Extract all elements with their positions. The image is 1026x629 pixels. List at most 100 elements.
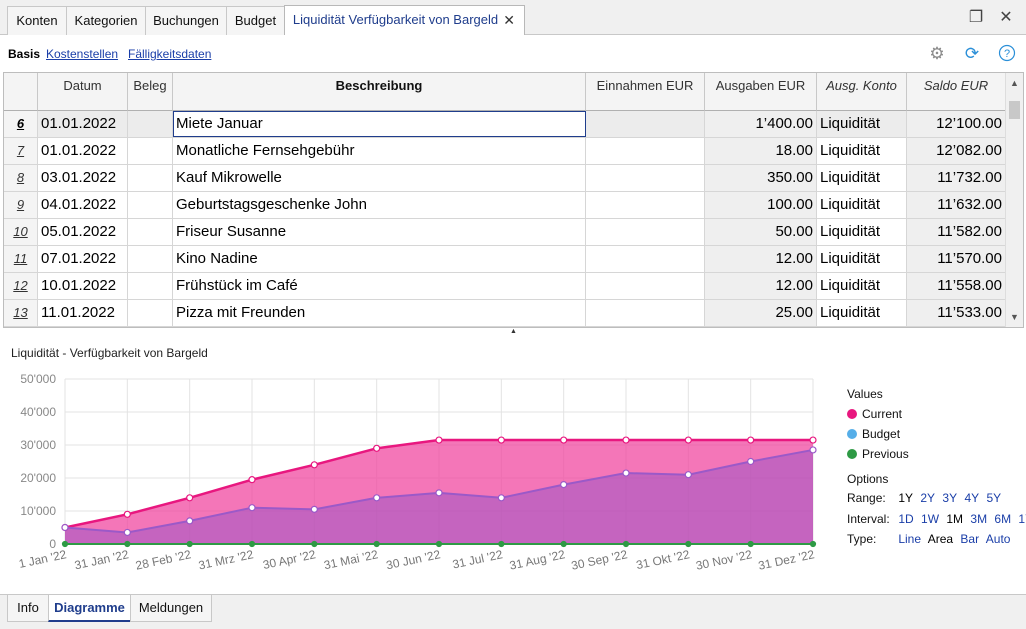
cell-einnahmen[interactable] [586,246,705,272]
cell-datum[interactable]: 04.01.2022 [38,192,128,218]
cell-ausg-konto[interactable]: Liquidität [817,111,907,137]
cell-einnahmen[interactable] [586,273,705,299]
cell-beschreibung[interactable]: Pizza mit Freunden [173,300,586,326]
cell-saldo[interactable]: 11’632.00 [907,192,1006,218]
tab-diagramme[interactable]: Diagramme [48,595,131,622]
gear-icon[interactable]: ⚙ [927,44,947,64]
type-auto[interactable]: Auto [986,532,1011,546]
interval-1m[interactable]: 1M [946,512,963,526]
cell-ausgaben[interactable]: 18.00 [705,138,817,164]
cell-beschreibung[interactable]: Kauf Mikrowelle [173,165,586,191]
cell-einnahmen[interactable] [586,165,705,191]
table-row[interactable]: 7 01.01.2022 Monatliche Fernsehgebühr 18.00… [4,138,1006,165]
type-area[interactable]: Area [928,532,953,546]
tab-budget[interactable]: Budget [226,6,285,35]
tab-meldungen[interactable]: Meldungen [130,595,212,622]
row-number[interactable]: 9 [4,192,38,218]
cell-datum[interactable]: 01.01.2022 [38,111,128,137]
cell-ausg-konto[interactable]: Liquidität [817,138,907,164]
cell-ausg-konto[interactable]: Liquidität [817,192,907,218]
row-number[interactable]: 12 [4,273,38,299]
scroll-up-icon[interactable]: ▲ [1006,75,1023,91]
cell-einnahmen[interactable] [586,192,705,218]
cell-saldo[interactable]: 11’582.00 [907,219,1006,245]
cell-ausg-konto[interactable]: Liquidität [817,300,907,326]
cell-beleg[interactable] [128,111,173,137]
interval-1y[interactable]: 1Y [1018,512,1026,526]
table-row[interactable]: 12 10.01.2022 Frühstück im Café 12.00 Liquid… [4,273,1006,300]
row-number[interactable]: 10 [4,219,38,245]
cell-ausgaben[interactable]: 50.00 [705,219,817,245]
header-ausg-konto[interactable]: Ausg. Konto [817,73,907,111]
cell-einnahmen[interactable] [586,138,705,164]
interval-1w[interactable]: 1W [921,512,939,526]
header-ausgaben[interactable]: Ausgaben EUR [705,73,817,111]
range-2y[interactable]: 2Y [920,491,935,505]
view-kostenstellen[interactable]: Kostenstellen [46,47,118,61]
cell-ausg-konto[interactable]: Liquidität [817,219,907,245]
close-window-icon[interactable]: ✕ [997,9,1015,27]
tab-buchungen[interactable]: Buchungen [145,6,227,35]
type-line[interactable]: Line [898,532,921,546]
range-5y[interactable]: 5Y [986,491,1001,505]
cell-ausgaben[interactable]: 12.00 [705,273,817,299]
cell-ausgaben[interactable]: 25.00 [705,300,817,326]
cell-ausg-konto[interactable]: Liquidität [817,246,907,272]
cell-beschreibung[interactable]: Kino Nadine [173,246,586,272]
cell-ausgaben[interactable]: 100.00 [705,192,817,218]
cell-beleg[interactable] [128,219,173,245]
interval-1d[interactable]: 1D [898,512,913,526]
cell-saldo[interactable]: 11’570.00 [907,246,1006,272]
view-basis[interactable]: Basis [8,47,40,61]
legend-item-previous[interactable]: Previous [847,447,909,461]
tab-konten[interactable]: Konten [7,6,67,35]
cell-beschreibung[interactable]: Friseur Susanne [173,219,586,245]
header-saldo[interactable]: Saldo EUR [907,73,1006,111]
cell-datum[interactable]: 11.01.2022 [38,300,128,326]
cell-saldo[interactable]: 11’558.00 [907,273,1006,299]
range-3y[interactable]: 3Y [942,491,957,505]
header-beschreibung[interactable]: Beschreibung [173,73,586,111]
tab-liquiditaet[interactable]: Liquidität Verfügbarkeit von Bargeld ✕ [284,5,525,35]
close-tab-icon[interactable]: ✕ [503,6,515,34]
interval-3m[interactable]: 3M [970,512,987,526]
table-row[interactable]: 8 03.01.2022 Kauf Mikrowelle 350.00 Liquidit… [4,165,1006,192]
header-beleg[interactable]: Beleg [128,73,173,111]
cell-beleg[interactable] [128,138,173,164]
cell-beschreibung[interactable]: Geburtstagsgeschenke John [173,192,586,218]
cell-datum[interactable]: 10.01.2022 [38,273,128,299]
cell-datum[interactable]: 01.01.2022 [38,138,128,164]
cell-einnahmen[interactable] [586,300,705,326]
table-row[interactable]: 11 07.01.2022 Kino Nadine 12.00 Liquidität 11… [4,246,1006,273]
cell-beleg[interactable] [128,273,173,299]
refresh-icon[interactable]: ⟳ [962,44,982,64]
row-number[interactable]: 7 [4,138,38,164]
cell-beleg[interactable] [128,300,173,326]
cell-ausg-konto[interactable]: Liquidität [817,273,907,299]
cell-datum[interactable]: 03.01.2022 [38,165,128,191]
cell-beleg[interactable] [128,192,173,218]
tab-info[interactable]: Info [7,595,49,622]
interval-6m[interactable]: 6M [994,512,1011,526]
tab-kategorien[interactable]: Kategorien [66,6,146,35]
cell-saldo[interactable]: 11’732.00 [907,165,1006,191]
cell-beschreibung[interactable]: Monatliche Fernsehgebühr [173,138,586,164]
cell-saldo[interactable]: 11’533.00 [907,300,1006,326]
table-row[interactable]: 10 05.01.2022 Friseur Susanne 50.00 Liquidit… [4,219,1006,246]
row-number[interactable]: 11 [4,246,38,272]
cell-beleg[interactable] [128,165,173,191]
row-number[interactable]: 13 [4,300,38,326]
table-row[interactable]: 9 04.01.2022 Geburtstagsgeschenke John 100.… [4,192,1006,219]
cell-beschreibung[interactable]: Miete Januar [173,111,586,137]
help-icon[interactable]: ? [997,44,1017,64]
cell-saldo[interactable]: 12’100.00 [907,111,1006,137]
table-row[interactable]: 6 01.01.2022 Miete Januar 1’400.00 Liquiditä… [4,111,1006,138]
cell-ausgaben[interactable]: 1’400.00 [705,111,817,137]
cell-saldo[interactable]: 12’082.00 [907,138,1006,164]
view-faelligkeitsdaten[interactable]: Fälligkeitsdaten [128,47,211,61]
range-4y[interactable]: 4Y [964,491,979,505]
row-number[interactable]: 6 [4,111,38,137]
scrollbar-thumb[interactable] [1009,101,1020,119]
scroll-down-icon[interactable]: ▼ [1006,309,1023,325]
cell-datum[interactable]: 05.01.2022 [38,219,128,245]
